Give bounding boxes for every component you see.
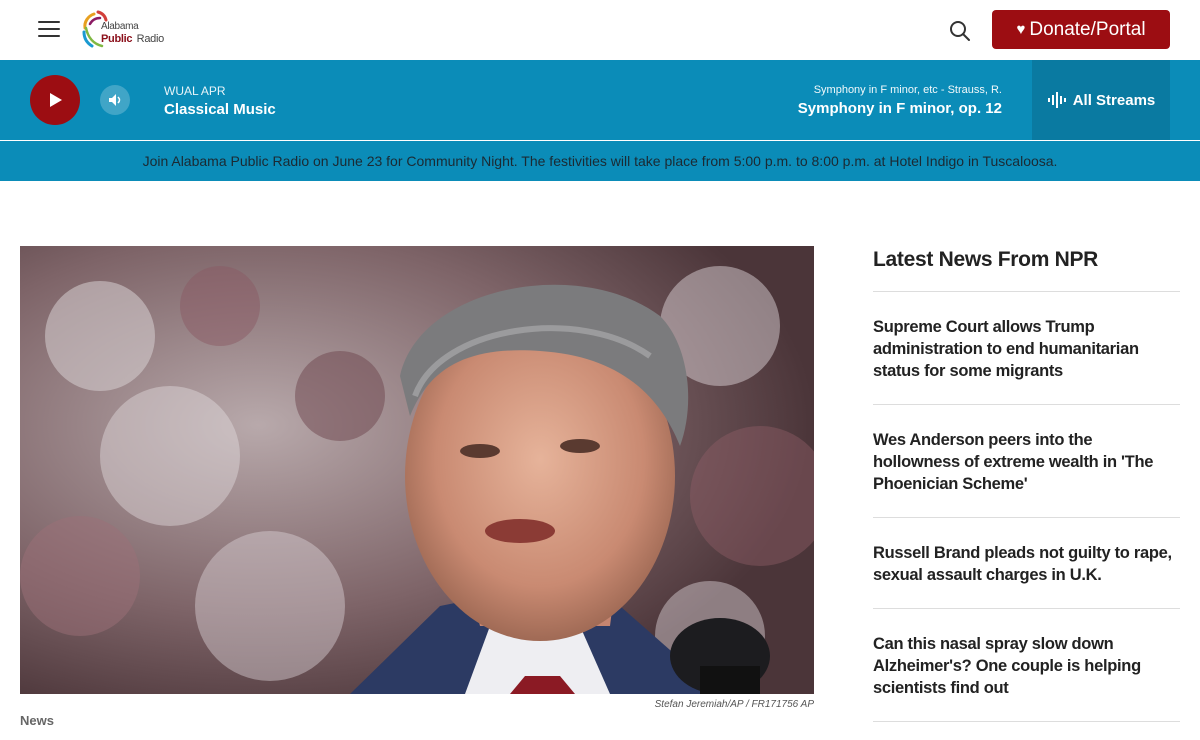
photo-caption: Stefan Jeremiah/AP / FR171756 AP [654, 699, 814, 710]
all-streams-button[interactable]: All Streams [1032, 60, 1170, 140]
station-call-sign: WUAL APR [164, 84, 226, 98]
latest-news-sidebar: Latest News From NPR Supreme Court allow… [873, 246, 1180, 722]
now-playing-title: Symphony in F minor, op. 12 [797, 100, 1002, 117]
audio-wave-icon [1047, 92, 1066, 108]
list-item: Can this nasal spray slow down Alzheimer… [873, 609, 1180, 722]
announcement-text: Join Alabama Public Radio on June 23 for… [142, 153, 1058, 169]
section-tag-news[interactable]: News [20, 713, 54, 728]
volume-icon [109, 94, 121, 106]
news-link[interactable]: Wes Anderson peers into the hollowness o… [873, 429, 1180, 495]
station-info: WUAL APR Classical Music [164, 84, 276, 118]
play-icon [50, 93, 62, 107]
volume-button[interactable] [100, 85, 130, 115]
list-item: Wes Anderson peers into the hollowness o… [873, 405, 1180, 518]
station-name: Classical Music [164, 101, 276, 118]
search-icon[interactable] [948, 19, 972, 43]
list-item: Russell Brand pleads not guilty to rape,… [873, 518, 1180, 609]
site-header: Alabama Public Radio ♥ Donate/Portal [0, 0, 1200, 60]
audio-player: WUAL APR Classical Music Symphony in F m… [0, 60, 1200, 140]
logo-line-1: Alabama [101, 21, 139, 32]
sidebar-title: Latest News From NPR [873, 246, 1180, 292]
heart-icon: ♥ [1016, 21, 1026, 38]
play-button[interactable] [30, 75, 80, 125]
announcement-banner[interactable]: Join Alabama Public Radio on June 23 for… [0, 141, 1200, 181]
news-link[interactable]: Supreme Court allows Trump administratio… [873, 316, 1180, 382]
site-logo[interactable]: Alabama Public Radio [80, 8, 170, 52]
hero-photo [20, 246, 814, 694]
donate-button[interactable]: ♥ Donate/Portal [992, 10, 1170, 49]
logo-line-2a: Public [101, 33, 133, 45]
donate-label: Donate/Portal [1029, 18, 1146, 40]
now-playing: Symphony in F minor, etc - Strauss, R. S… [798, 84, 1002, 117]
logo-line-2b: Radio [136, 33, 165, 45]
hero-image[interactable] [20, 246, 814, 694]
list-item: Supreme Court allows Trump administratio… [873, 292, 1180, 405]
news-link[interactable]: Russell Brand pleads not guilty to rape,… [873, 542, 1180, 586]
news-link[interactable]: Can this nasal spray slow down Alzheimer… [873, 633, 1180, 699]
all-streams-label: All Streams [1072, 91, 1156, 109]
menu-icon[interactable] [38, 21, 60, 39]
now-playing-subtitle: Symphony in F minor, etc - Strauss, R. [813, 84, 1002, 96]
